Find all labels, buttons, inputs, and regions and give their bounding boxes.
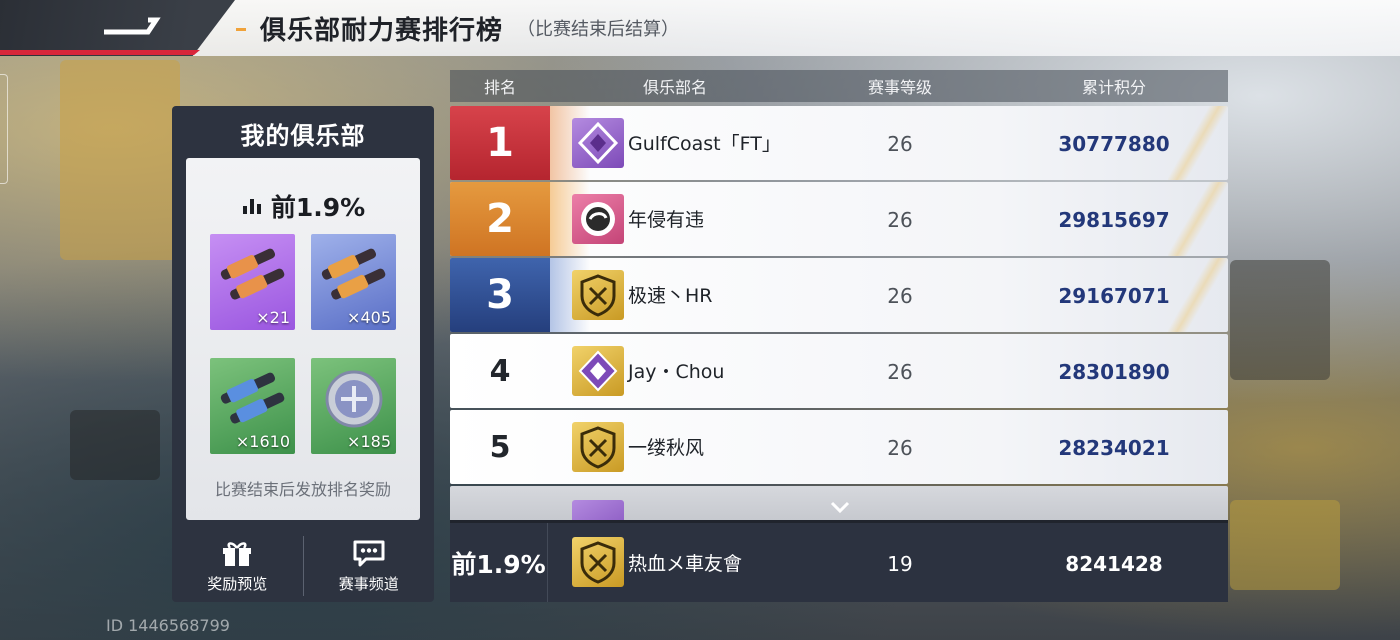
column-event-level: 赛事等级 [867,78,932,97]
gift-icon [223,541,252,566]
club-emblem-icon [572,500,624,520]
my-club-name: 热血メ車友會 [628,553,743,575]
reward-qty: ×21 [256,308,290,327]
reward-qty: ×1610 [235,432,290,451]
event-channel-label: 赛事频道 [338,574,399,593]
back-accent-stripe [0,50,200,55]
club-emblem-icon [572,537,624,587]
player-id: ID 1446568799 [106,616,230,635]
club-score: 28234021 [1058,436,1170,460]
my-club-score: 8241428 [1065,552,1163,576]
bar-chart-icon [242,199,261,214]
club-name: Jay・Chou [628,361,725,383]
club-score: 28301890 [1058,360,1170,384]
reward-item[interactable]: ×1610 [210,358,295,454]
leaderboard-row[interactable]: 2 年侵有违 26 29815697 [450,182,1228,256]
club-actions: 奖励预览 赛事频道 [172,530,434,602]
background-decor [1230,500,1340,590]
my-rank-cell: 前1.9% [450,523,548,602]
club-emblem-icon [572,194,624,244]
club-level: 26 [887,208,913,232]
club-level: 26 [887,284,913,308]
row-shine [1168,182,1228,256]
club-name: 一缕秋风 [628,437,705,459]
rank-cell: 2 [450,182,550,256]
rank-cell: 3 [450,258,550,332]
club-emblem-icon [572,346,624,396]
my-club-level: 19 [887,552,913,576]
background-decor [60,60,180,260]
row-shine [1168,258,1228,332]
club-level: 26 [887,360,913,384]
background-decor [70,410,160,480]
column-total-score: 累计积分 [1081,78,1146,97]
shock-absorber-icon [220,372,285,424]
reward-item[interactable]: ×405 [311,234,396,330]
rank-cell: 6 [450,486,550,520]
shock-absorber-icon [321,248,386,300]
row-shine [1168,106,1228,180]
reward-note: 比赛结束后发放排名奖励 [214,480,391,499]
club-name: GulfCoast「FT」 [628,133,781,155]
column-club-name: 俱乐部名 [642,78,707,97]
percentile-value: 前1.9% [270,193,366,222]
rank-cell: 5 [489,429,511,465]
percentile-row: 前1.9% [186,188,420,224]
reward-qty: ×405 [347,308,391,327]
reward-item[interactable]: ×21 [210,234,295,330]
leaderboard-row[interactable]: 1 GulfCoast「FT」 26 30777880 [450,106,1228,180]
reward-card: 前1.9% ×21 ×405 ×1610 ×185 比赛结束后发放排名奖励 [186,158,420,520]
my-club-panel: 我的俱乐部 前1.9% ×21 ×405 ×1610 ×185 比赛结束后发放排… [172,106,434,602]
rank-cell: 1 [450,106,550,180]
club-emblem-icon [572,118,624,168]
rank-cell: 4 [489,353,511,389]
shock-absorber-icon [220,248,285,300]
page-subtitle: （比赛结束后结算） [517,19,680,40]
club-name: 年侵有违 [628,209,705,231]
title-dash [236,27,246,31]
leaderboard-row[interactable]: 3 极速丶HR 26 29167071 [450,258,1228,332]
reward-item[interactable]: ×185 [311,358,396,454]
leaderboard-row[interactable]: 5 一缕秋风 26 28234021 [450,410,1228,484]
side-drawer-tab[interactable] [0,74,8,184]
background-decor [1230,260,1330,380]
reward-qty: ×185 [347,432,391,451]
event-channel-button[interactable]: 赛事频道 [304,530,435,602]
leaderboard-header: 排名 俱乐部名 赛事等级 累计积分 [450,70,1228,102]
club-emblem-icon [572,270,624,320]
coin-icon [325,370,383,428]
page-title-text: 俱乐部耐力赛排行榜 [260,15,504,46]
my-club-title: 我的俱乐部 [240,122,366,150]
club-level: 26 [887,436,913,460]
my-club-row[interactable]: 前1.9% 热血メ車友會 19 8241428 [450,520,1228,602]
rewards-preview-button[interactable]: 奖励预览 [172,530,303,602]
club-emblem-icon [572,422,624,472]
chevron-down-icon [830,501,850,514]
rewards-preview-label: 奖励预览 [207,574,268,593]
leaderboard-row[interactable]: 4 Jay・Chou 26 28301890 [450,334,1228,408]
page-title: 俱乐部耐力赛排行榜 （比赛结束后结算） [236,10,679,46]
chat-icon [353,540,385,566]
club-name: 极速丶HR [628,285,713,307]
back-button[interactable] [95,8,165,44]
club-level: 26 [887,132,913,156]
back-arrow-icon [104,17,161,35]
leaderboard-list[interactable]: 1 GulfCoast「FT」 26 30777880 2 年侵有违 26 29… [450,106,1228,520]
column-rank: 排名 [483,78,516,97]
scroll-down-button[interactable] [826,498,854,516]
